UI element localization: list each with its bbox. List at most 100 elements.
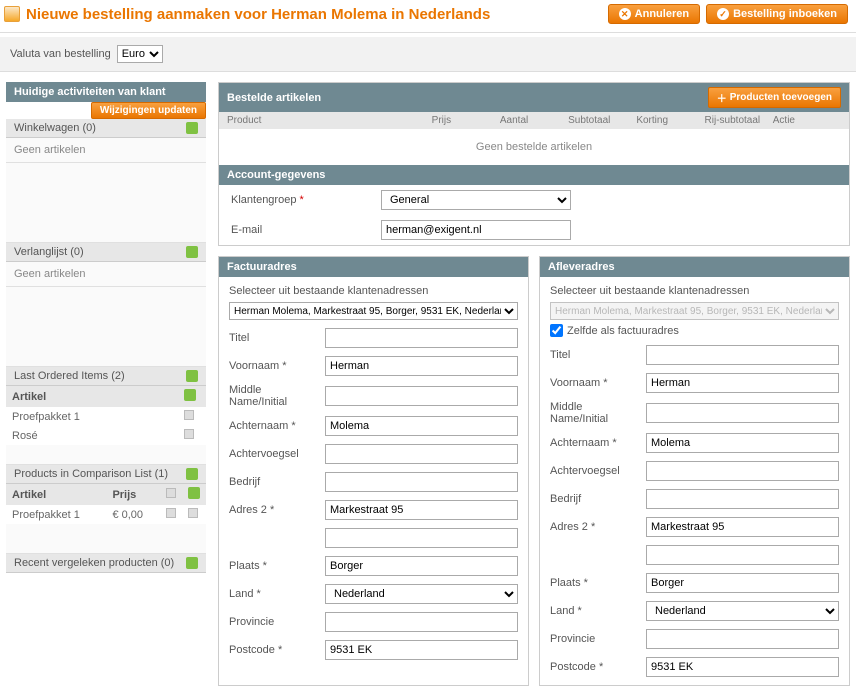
submit-order-button[interactable]: ✓ Bestelling inboeken xyxy=(706,4,848,24)
label-province: Provincie xyxy=(550,633,640,645)
add-icon[interactable] xyxy=(184,389,196,401)
shipping-lastname-input[interactable] xyxy=(646,433,839,453)
same-as-billing-checkbox[interactable] xyxy=(550,324,563,337)
currency-select[interactable]: Euro xyxy=(117,45,163,63)
col-price: Prijs xyxy=(106,484,160,505)
col-article: Artikel xyxy=(6,484,106,505)
order-icon xyxy=(4,6,20,22)
billing-address-extra-input[interactable] xyxy=(325,528,518,548)
refresh-icon[interactable] xyxy=(186,370,198,382)
billing-postcode-input[interactable] xyxy=(325,640,518,660)
shipping-title-input[interactable] xyxy=(646,345,839,365)
checkbox[interactable] xyxy=(188,508,198,518)
billing-country-select[interactable]: Nederland xyxy=(325,584,518,604)
add-products-label: Producten toevoegen xyxy=(730,92,832,103)
last-ordered-title: Last Ordered Items (2) xyxy=(14,370,125,382)
billing-title-input[interactable] xyxy=(325,328,518,348)
checkbox[interactable] xyxy=(166,508,176,518)
label-company: Bedrijf xyxy=(550,493,640,505)
billing-country-row: Land *Nederland xyxy=(229,584,518,604)
billing-lastname-row: Achternaam * xyxy=(229,416,518,436)
col-price: Prijs xyxy=(432,115,500,126)
checkbox[interactable] xyxy=(184,410,194,420)
shipping-country-row: Land *Nederland xyxy=(550,601,839,621)
add-products-button[interactable]: ＋ Producten toevoegen xyxy=(708,87,841,108)
billing-city-input[interactable] xyxy=(325,556,518,576)
shipping-province-input[interactable] xyxy=(646,629,839,649)
billing-firstname-input[interactable] xyxy=(325,356,518,376)
shipping-lastname-row: Achternaam * xyxy=(550,433,839,453)
header-actions: ✕ Annuleren ✓ Bestelling inboeken xyxy=(608,4,848,24)
shipping-address-extra-input[interactable] xyxy=(646,545,839,565)
shipping-city-input[interactable] xyxy=(646,573,839,593)
label-company: Bedrijf xyxy=(229,476,319,488)
email-input[interactable] xyxy=(381,220,571,240)
compare-header: Products in Comparison List (1) xyxy=(6,465,206,484)
checkbox[interactable] xyxy=(184,429,194,439)
last-ordered-header: Last Ordered Items (2) xyxy=(6,367,206,386)
shipping-country-select[interactable]: Nederland xyxy=(646,601,839,621)
add-icon[interactable] xyxy=(188,487,200,499)
label-firstname: Voornaam * xyxy=(229,360,319,372)
ordered-items-panel: Bestelde artikelen ＋ Producten toevoegen… xyxy=(218,82,850,246)
cancel-label: Annuleren xyxy=(635,8,689,20)
shipping-address2-row: Adres 2 * xyxy=(550,517,839,537)
shipping-address2-input[interactable] xyxy=(646,517,839,537)
shipping-firstname-row: Voornaam * xyxy=(550,373,839,393)
billing-address-select[interactable]: Herman Molema, Markestraat 95, Borger, 9… xyxy=(229,302,518,320)
item-price: € 0,00 xyxy=(106,505,160,524)
col-discount: Korting xyxy=(636,115,704,126)
item-name: Proefpakket 1 xyxy=(6,505,106,524)
cart-title: Winkelwagen (0) xyxy=(14,122,96,134)
page-title: Nieuwe bestelling aanmaken voor Herman M… xyxy=(4,6,490,23)
submit-label: Bestelling inboeken xyxy=(733,8,837,20)
billing-panel: Factuuradres Selecteer uit bestaande kla… xyxy=(218,256,529,686)
customer-group-select[interactable]: General xyxy=(381,190,571,210)
shipping-select-label: Selecteer uit bestaande klantenadressen xyxy=(550,285,839,297)
billing-middle-input[interactable] xyxy=(325,386,518,406)
billing-company-input[interactable] xyxy=(325,472,518,492)
shipping-company-row: Bedrijf xyxy=(550,489,839,509)
refresh-icon[interactable] xyxy=(186,557,198,569)
email-row: E-mail xyxy=(219,215,849,245)
billing-middle-row: Middle Name/Initial xyxy=(229,384,518,408)
customer-group-label: Klantengroep * xyxy=(231,194,371,206)
billing-address2-input[interactable] xyxy=(325,500,518,520)
shipping-middle-input[interactable] xyxy=(646,403,839,423)
same-as-billing-label: Zelfde als factuuradres xyxy=(567,325,679,337)
cart-body: Geen artikelen xyxy=(6,138,206,163)
billing-lastname-input[interactable] xyxy=(325,416,518,436)
update-changes-button[interactable]: Wijzigingen updaten xyxy=(91,102,206,119)
shipping-province-row: Provincie xyxy=(550,629,839,649)
sidebar-activities-title: Huidige activiteiten van klant xyxy=(14,86,166,98)
refresh-icon[interactable] xyxy=(186,468,198,480)
label-city: Plaats * xyxy=(550,577,640,589)
billing-address2-row: Adres 2 * xyxy=(229,500,518,520)
shipping-title: Afleveradres xyxy=(548,261,615,273)
billing-province-input[interactable] xyxy=(325,612,518,632)
shipping-firstname-input[interactable] xyxy=(646,373,839,393)
label-middle: Middle Name/Initial xyxy=(550,401,640,425)
check-icon: ✓ xyxy=(717,8,729,20)
col-product: Product xyxy=(227,115,432,126)
shipping-company-input[interactable] xyxy=(646,489,839,509)
label-postcode: Postcode * xyxy=(229,644,319,656)
same-as-billing-row: Zelfde als factuuradres xyxy=(550,324,839,337)
currency-bar: Valuta van bestelling Euro xyxy=(0,37,856,72)
table-row: Proefpakket 1€ 0,00 xyxy=(6,505,206,524)
item-name: Proefpakket 1 xyxy=(6,407,178,426)
label-lastname: Achternaam * xyxy=(229,420,319,432)
cancel-button[interactable]: ✕ Annuleren xyxy=(608,4,700,24)
refresh-icon[interactable] xyxy=(186,122,198,134)
label-province: Provincie xyxy=(229,616,319,628)
shipping-title-row: Titel xyxy=(550,345,839,365)
shipping-suffix-input[interactable] xyxy=(646,461,839,481)
shipping-postcode-input[interactable] xyxy=(646,657,839,677)
col-action: Actie xyxy=(773,115,841,126)
billing-suffix-input[interactable] xyxy=(325,444,518,464)
label-title: Titel xyxy=(550,349,640,361)
refresh-icon[interactable] xyxy=(186,246,198,258)
delete-icon[interactable] xyxy=(166,488,176,498)
main-layout: Huidige activiteiten van klant Wijziging… xyxy=(0,72,856,696)
account-header: Account-gegevens xyxy=(219,165,849,185)
